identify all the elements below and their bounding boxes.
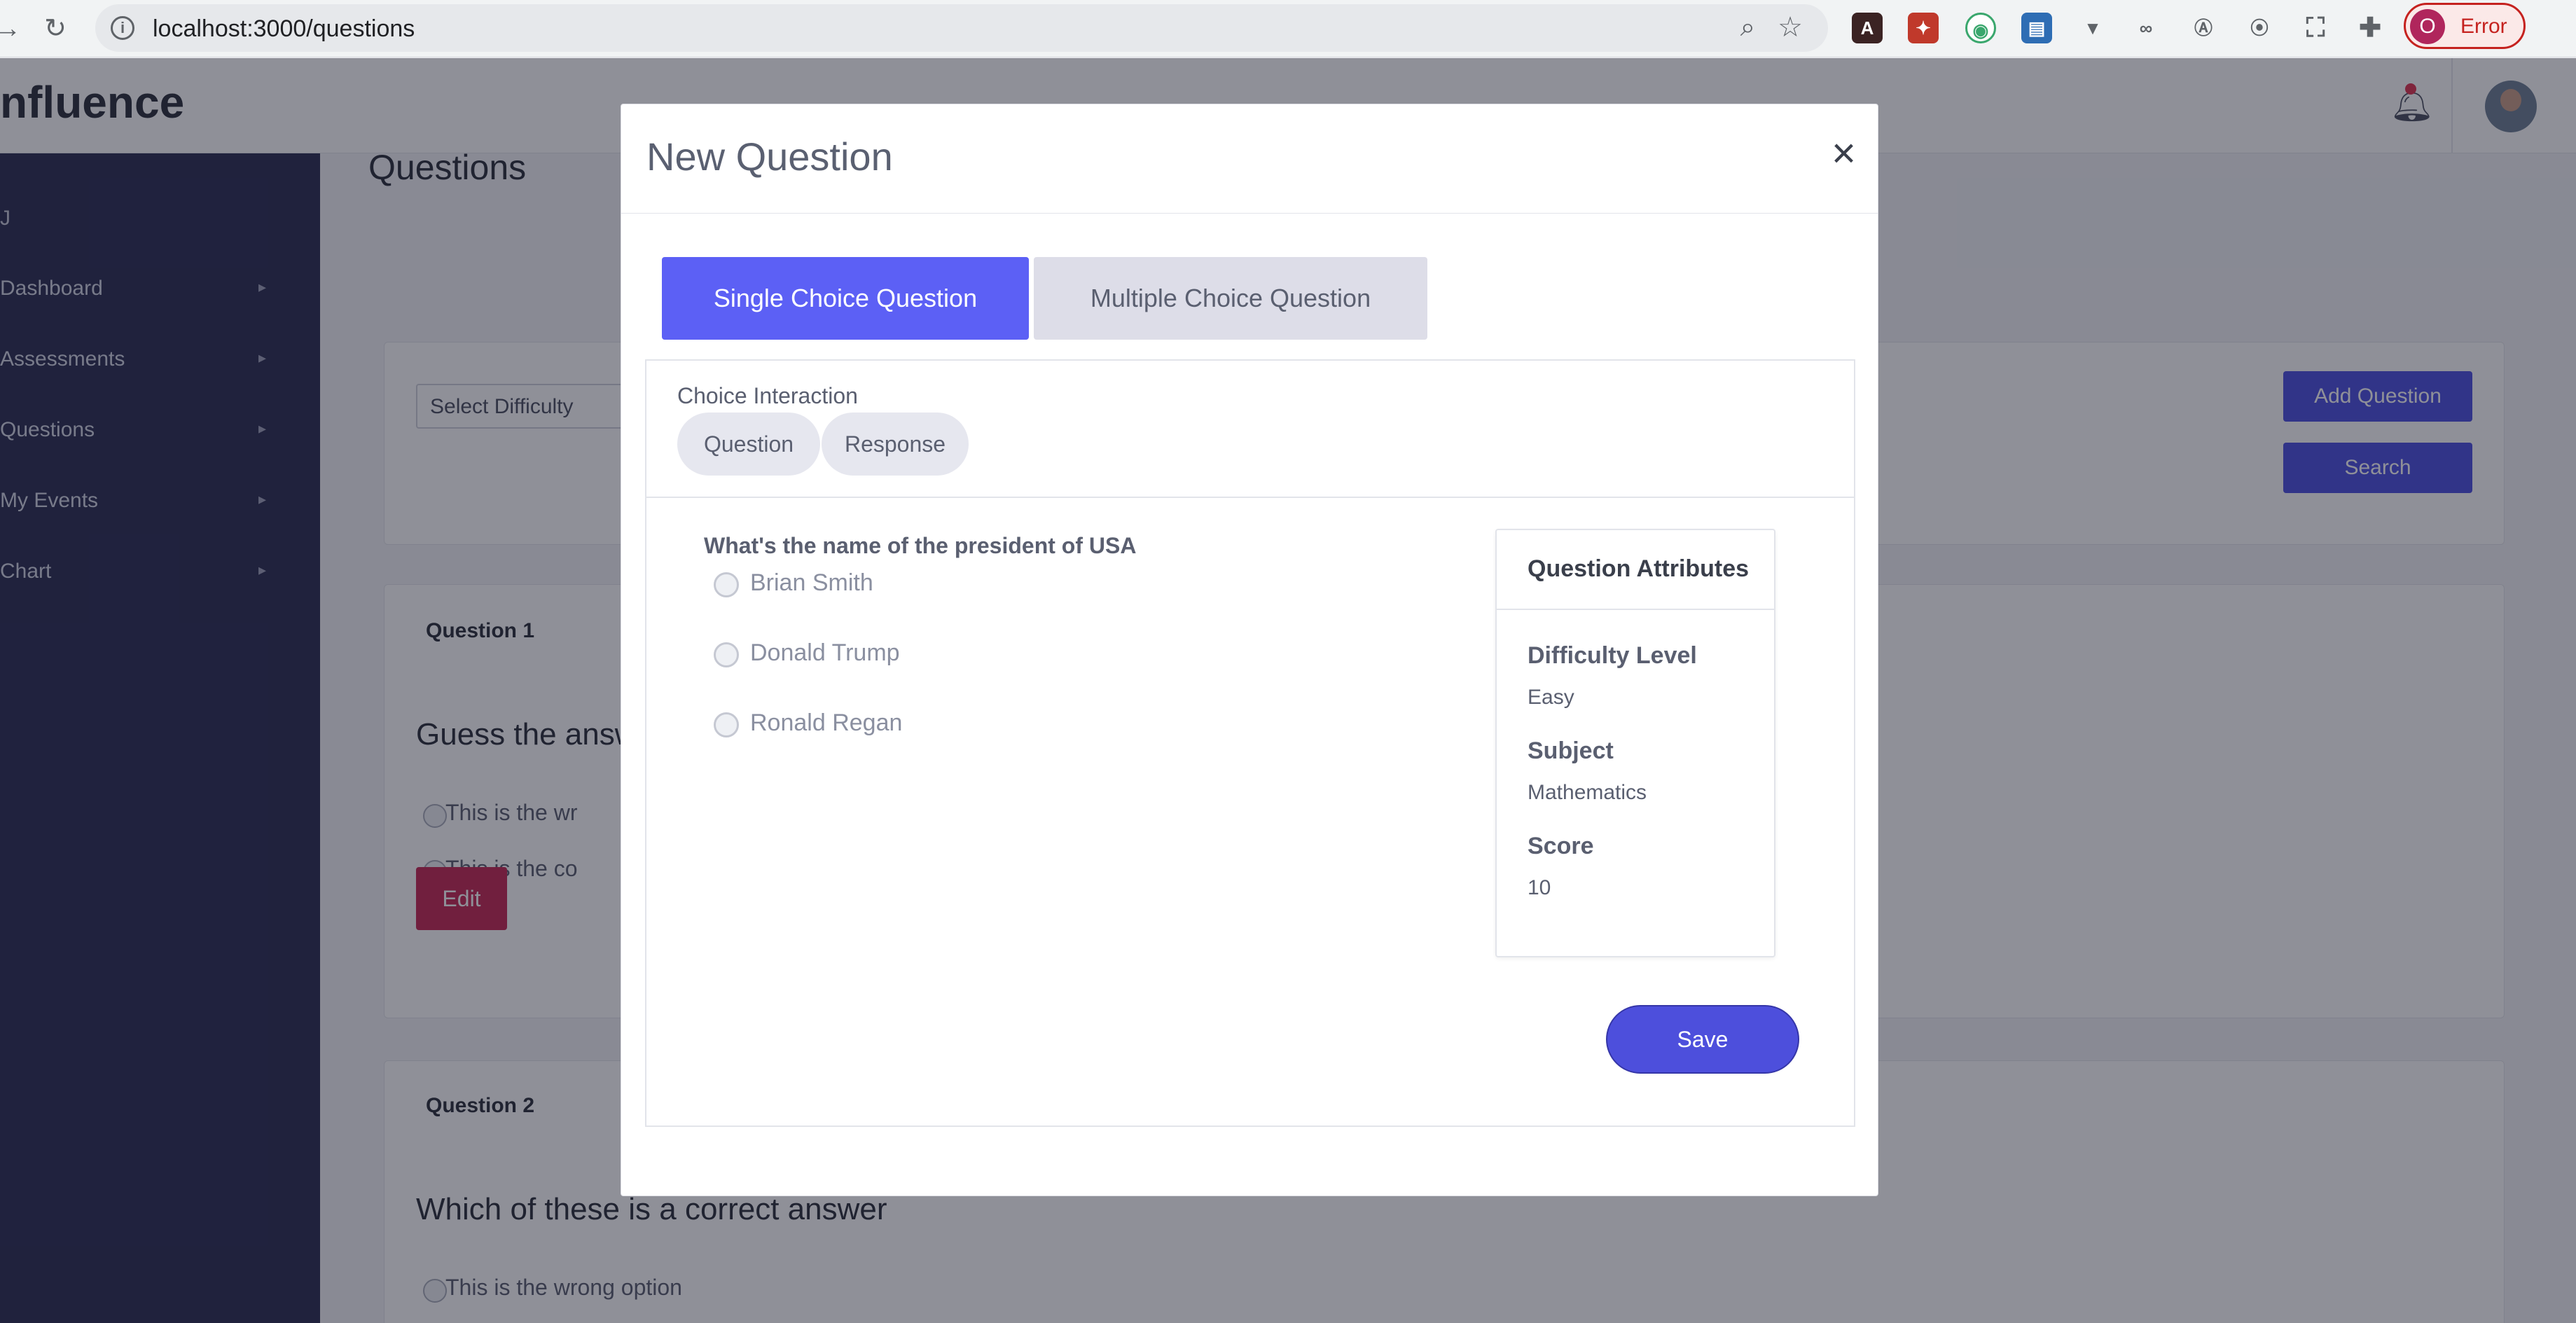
subtab-question[interactable]: Question xyxy=(677,413,820,476)
question-editor-panel: Choice Interaction Question Response Wha… xyxy=(645,359,1855,1127)
puzzle-icon[interactable]: ✚ xyxy=(2355,13,2385,43)
extension-icon[interactable]: ⦿ xyxy=(2244,13,2275,43)
browser-toolbar: → ↻ i localhost:3000/questions ⌕ ☆ A ✦ ◉… xyxy=(0,0,2576,57)
interaction-label: Choice Interaction xyxy=(677,383,858,408)
screenshot-icon[interactable]: ⛶ xyxy=(2300,13,2331,43)
subtab-response[interactable]: Response xyxy=(822,413,969,476)
radio-button[interactable] xyxy=(714,712,739,737)
pdf-extension-icon[interactable]: A xyxy=(1852,13,1883,43)
address-bar[interactable]: i localhost:3000/questions ⌕ ☆ xyxy=(95,4,1828,52)
choice-label[interactable]: Brian Smith xyxy=(750,569,873,597)
score-label: Score xyxy=(1528,833,1594,859)
score-value: 10 xyxy=(1528,876,1551,899)
radio-button[interactable] xyxy=(714,642,739,667)
save-button[interactable]: Save xyxy=(1606,1005,1799,1074)
extension-icon[interactable]: ◉ xyxy=(1965,13,1996,43)
url-text[interactable]: localhost:3000/questions xyxy=(153,15,415,43)
profile-status: Error xyxy=(2460,15,2507,38)
choice-label[interactable]: Donald Trump xyxy=(750,639,900,667)
tab-multiple-choice[interactable]: Multiple Choice Question xyxy=(1034,257,1427,340)
info-icon[interactable]: i xyxy=(111,16,134,40)
subject-label: Subject xyxy=(1528,737,1614,764)
new-question-modal: New Question × Single Choice Question Mu… xyxy=(621,104,1878,1196)
forward-arrow-icon[interactable]: → xyxy=(0,11,25,46)
vue-devtools-icon[interactable]: ▼ xyxy=(2077,13,2108,43)
difficulty-value: Easy xyxy=(1528,686,1574,709)
subject-value: Mathematics xyxy=(1528,781,1647,804)
attributes-title: Question Attributes xyxy=(1528,555,1750,582)
modal-header: New Question × xyxy=(621,104,1878,214)
difficulty-label: Difficulty Level xyxy=(1528,642,1697,669)
choice-label[interactable]: Ronald Regan xyxy=(750,709,902,737)
divider xyxy=(646,497,1854,498)
close-icon[interactable]: × xyxy=(1831,132,1856,174)
docs-extension-icon[interactable]: ▤ xyxy=(2021,13,2052,43)
avatar: O xyxy=(2410,9,2445,44)
reload-icon[interactable]: ↻ xyxy=(38,11,73,46)
question-prompt: What's the name of the president of USA xyxy=(704,533,1137,558)
modal-title: New Question xyxy=(646,134,893,179)
bookmark-star-icon[interactable]: ☆ xyxy=(1778,11,1803,43)
radio-button[interactable] xyxy=(714,572,739,597)
extension-icon[interactable]: Ⓐ xyxy=(2188,13,2219,43)
attributes-header: Question Attributes xyxy=(1497,530,1774,610)
extension-icon[interactable]: ∞ xyxy=(2131,13,2161,43)
question-attributes: Question Attributes Difficulty Level Eas… xyxy=(1495,529,1775,957)
zoom-icon[interactable]: ⌕ xyxy=(1740,13,1755,43)
profile-button[interactable]: O Error xyxy=(2404,3,2526,49)
tab-single-choice[interactable]: Single Choice Question xyxy=(662,257,1029,340)
extension-icon[interactable]: ✦ xyxy=(1908,13,1939,43)
